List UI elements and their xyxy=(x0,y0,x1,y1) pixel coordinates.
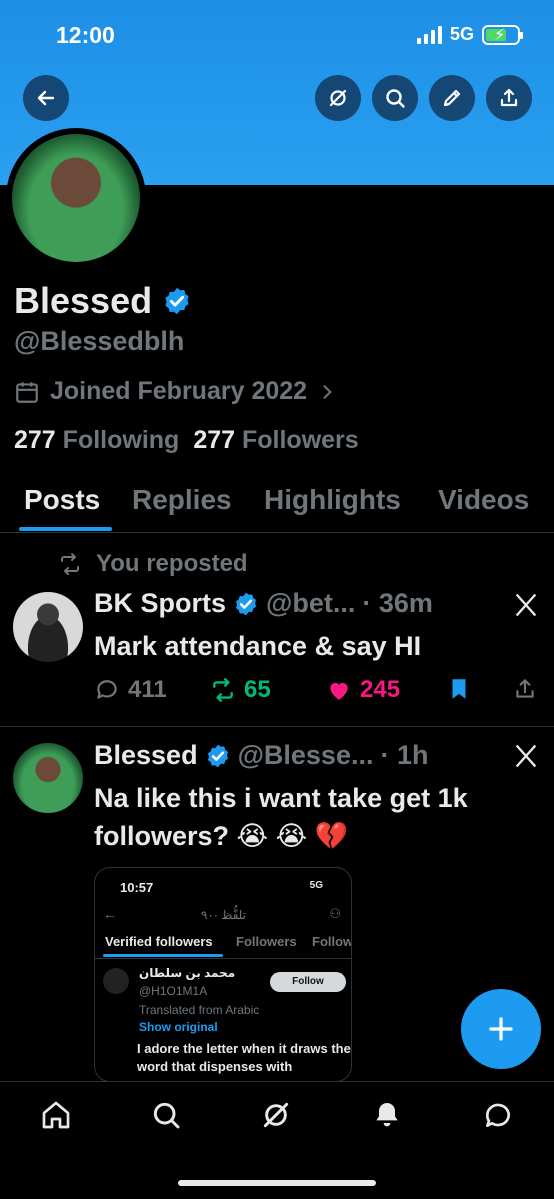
tab-posts[interactable]: Posts xyxy=(24,484,100,516)
repost-context: You reposted xyxy=(56,550,248,578)
share-button[interactable] xyxy=(486,75,532,121)
profile-tabs: Posts Replies Highlights Videos xyxy=(0,478,554,533)
like-button[interactable]: 245 xyxy=(326,676,400,704)
repost-icon xyxy=(61,553,79,575)
home-indicator xyxy=(178,1180,376,1186)
followers-count: 277 xyxy=(193,426,236,454)
follow-counts: 277 Following 277 Followers xyxy=(14,426,359,455)
post-text: Na like this i want take get 1k follower… xyxy=(94,783,468,851)
followers-link[interactable]: 277 Followers xyxy=(193,426,358,455)
embed-back-icon: ← xyxy=(103,906,117,922)
like-count: 245 xyxy=(360,676,401,703)
share-icon xyxy=(516,679,534,698)
back-button[interactable] xyxy=(23,75,69,121)
embed-status-network: 5G xyxy=(309,880,323,891)
post-timestamp: · 36m xyxy=(362,588,433,618)
embed-tab-verified: Verified followers xyxy=(105,934,213,949)
post-author-name[interactable]: BK Sports xyxy=(94,588,226,619)
embed-user-handle: @H1O1M1A xyxy=(139,984,208,998)
post-header: BK Sports @bet... · 36m xyxy=(94,588,433,619)
post-author-name[interactable]: Blessed xyxy=(94,740,198,771)
grok-icon[interactable] xyxy=(260,1099,292,1131)
post-avatar[interactable] xyxy=(13,592,83,662)
post-author-handle: @Blesse... xyxy=(237,740,374,770)
edit-button[interactable] xyxy=(429,75,475,121)
repost-label: You reposted xyxy=(96,550,248,577)
share-icon xyxy=(500,88,518,107)
embed-user-name: محمد بن سلطان xyxy=(139,966,236,980)
profile-avatar[interactable] xyxy=(6,128,146,268)
like-icon xyxy=(330,682,348,700)
embed-tab-followers: Followers xyxy=(236,934,297,949)
battery-icon: ⚡ xyxy=(482,24,523,45)
embed-tab-following: Follow xyxy=(312,934,352,949)
embed-status-time: 10:57 xyxy=(120,880,154,895)
profile-display-name: Blessed xyxy=(14,280,153,321)
following-count: 277 xyxy=(14,426,56,454)
verified-icon xyxy=(207,744,228,767)
search-icon xyxy=(386,89,405,108)
embed-title: تلفُّظ ·٩٠ xyxy=(201,908,246,922)
post-text: Mark attendance & say HI xyxy=(94,631,422,661)
status-bar: 12:00 5G ⚡ xyxy=(0,0,554,70)
bookmark-icon xyxy=(452,679,466,699)
embed-divider xyxy=(95,958,351,959)
embed-body-text: I adore the letter when it draws the wor… xyxy=(137,1041,351,1074)
repost-count: 65 xyxy=(244,676,271,703)
verified-icon[interactable] xyxy=(162,286,192,316)
verified-icon xyxy=(235,592,257,615)
profile-name-row: Blessed xyxy=(14,280,192,322)
post-header: Blessed @Blesse... · 1h xyxy=(94,740,428,771)
x-logo-icon[interactable] xyxy=(512,591,540,619)
post-divider xyxy=(0,726,554,727)
embed-show-original: Show original xyxy=(139,1020,218,1034)
embed-tab-indicator xyxy=(103,954,223,957)
profile-handle: @Blessedblh xyxy=(14,326,185,356)
x-logo-icon[interactable] xyxy=(512,742,540,770)
back-icon xyxy=(37,90,55,106)
status-time: 12:00 xyxy=(56,22,115,48)
post-avatar[interactable] xyxy=(13,743,83,813)
chevron-right-icon xyxy=(323,384,332,399)
following-link[interactable]: 277 Following xyxy=(14,426,179,455)
home-icon[interactable] xyxy=(40,1099,72,1131)
joined-label: Joined February 2022 xyxy=(50,377,308,405)
post-timestamp: · 1h xyxy=(380,740,429,770)
embed-add-user-icon: ⚇ xyxy=(329,906,341,921)
bookmark-button[interactable] xyxy=(446,676,472,702)
post-author-handle: @bet... xyxy=(266,588,356,618)
post-actions: 411 65 245 xyxy=(94,676,544,710)
network-label: 5G xyxy=(449,24,474,44)
active-tab-indicator xyxy=(19,527,112,531)
embed-follow-button: Follow xyxy=(270,972,346,992)
message-icon[interactable] xyxy=(482,1099,514,1131)
bell-icon[interactable] xyxy=(371,1099,403,1131)
tab-highlights[interactable]: Highlights xyxy=(264,484,401,516)
joined-date[interactable]: Joined February 2022 xyxy=(14,377,337,406)
following-label: Following xyxy=(62,426,180,454)
reply-icon xyxy=(97,680,117,699)
followers-label: Followers xyxy=(241,426,359,454)
embed-translated-label: Translated from Arabic xyxy=(139,1003,260,1017)
repost-icon xyxy=(213,677,233,703)
signal-icon xyxy=(416,25,442,44)
calendar-icon xyxy=(16,381,38,403)
search-button[interactable] xyxy=(372,75,418,121)
status-indicators: 5G ⚡ xyxy=(416,24,523,45)
compose-post-button[interactable] xyxy=(461,989,541,1069)
embed-avatar xyxy=(103,968,129,994)
share-post-button[interactable] xyxy=(512,676,538,702)
grok-button[interactable] xyxy=(315,75,361,121)
tab-replies[interactable]: Replies xyxy=(132,484,232,516)
repost-button[interactable]: 65 xyxy=(210,676,271,704)
reply-button[interactable]: 411 xyxy=(94,676,167,704)
plus-icon xyxy=(489,1017,513,1041)
tab-videos[interactable]: Videos xyxy=(438,484,529,516)
grok-icon xyxy=(329,89,347,107)
reply-count: 411 xyxy=(128,676,167,703)
search-icon[interactable] xyxy=(150,1099,182,1131)
post-media-screenshot[interactable]: 10:57 5G ← تلفُّظ ·٩٠ ⚇ Verified followe… xyxy=(94,867,352,1082)
edit-icon xyxy=(443,89,461,107)
